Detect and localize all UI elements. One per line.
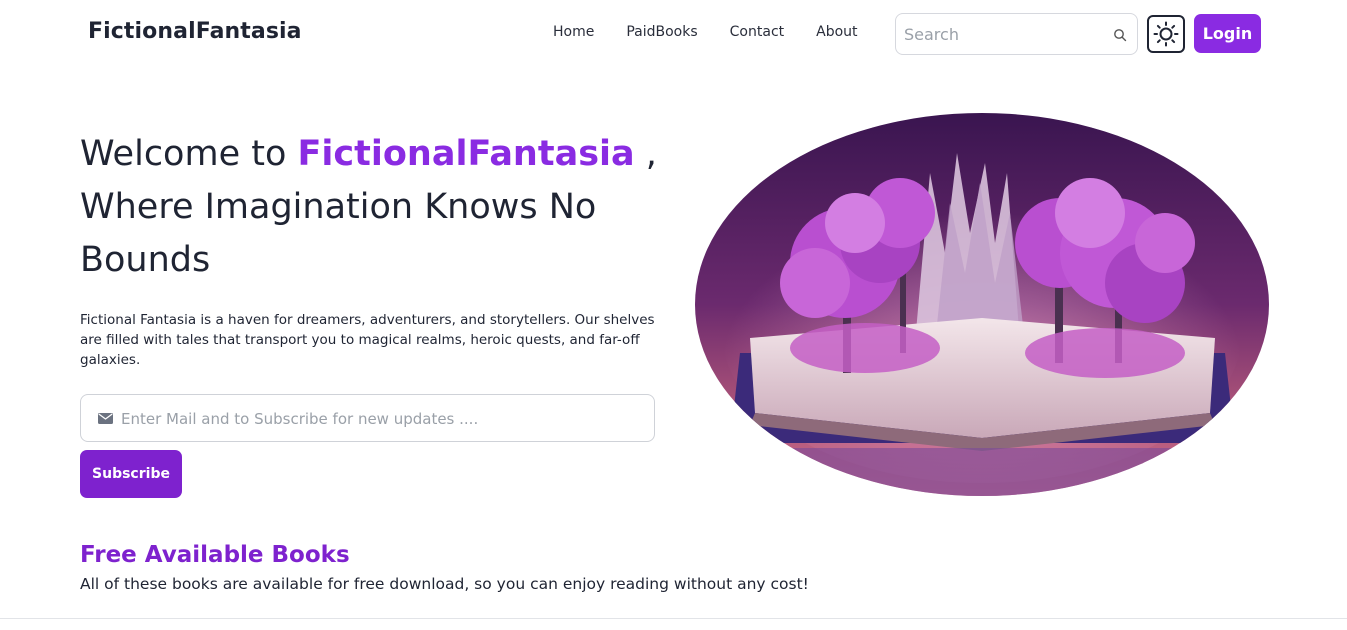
nav-home-link[interactable]: Home (553, 24, 594, 40)
hero-book-image (695, 113, 1269, 496)
brand-logo[interactable]: FictionalFantasia (88, 19, 302, 44)
nav-contact-link[interactable]: Contact (730, 24, 784, 40)
subscribe-button[interactable]: Subscribe (80, 450, 182, 498)
search-box (895, 13, 1138, 55)
subscribe-email-input[interactable] (121, 407, 641, 431)
navbar: FictionalFantasia Home PaidBooks Contact… (0, 0, 1347, 68)
hero-title: Welcome to FictionalFantasia , Where Ima… (80, 128, 680, 287)
sun-icon (1153, 21, 1179, 47)
nav-about-link[interactable]: About (816, 24, 857, 40)
book-illustration (695, 113, 1269, 496)
free-books-subtitle: All of these books are available for fre… (80, 575, 809, 593)
search-input[interactable] (904, 22, 1104, 46)
hero-title-prefix: Welcome to (80, 134, 298, 174)
login-button[interactable]: Login (1194, 14, 1261, 53)
hero-description: Fictional Fantasia is a haven for dreame… (80, 312, 655, 368)
theme-toggle-button[interactable] (1147, 15, 1185, 53)
mail-icon (98, 413, 113, 424)
nav-links: Home PaidBooks Contact About (553, 24, 858, 40)
subscribe-field (80, 394, 655, 442)
search-icon[interactable] (1113, 28, 1127, 42)
nav-paidbooks-link[interactable]: PaidBooks (626, 24, 697, 40)
hero-title-accent: FictionalFantasia (297, 134, 635, 174)
free-books-title: Free Available Books (80, 542, 350, 568)
divider (0, 618, 1347, 619)
